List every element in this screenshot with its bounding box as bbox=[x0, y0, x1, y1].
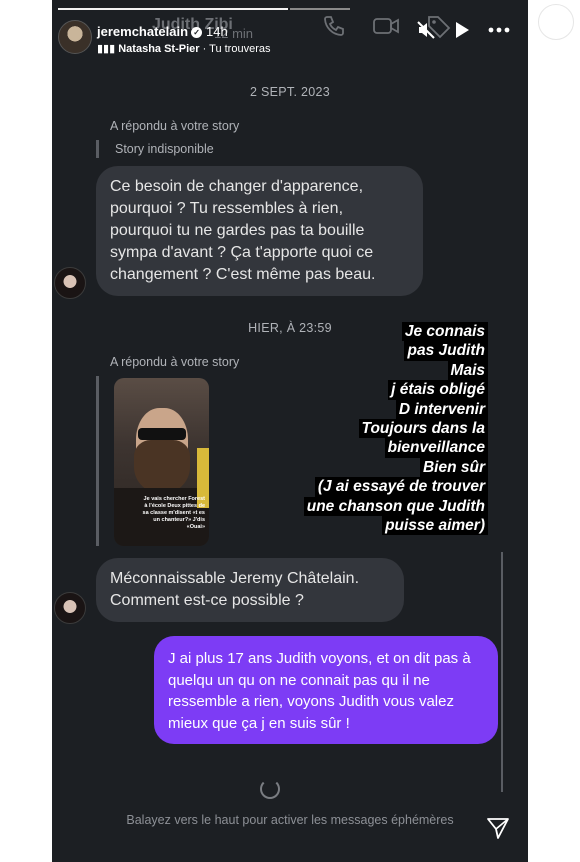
music-song: Tu trouveras bbox=[209, 43, 271, 55]
music-icon: ▮▮▮ bbox=[97, 43, 116, 55]
reply-note: A répondu à votre story bbox=[110, 119, 240, 133]
scrollbar[interactable] bbox=[501, 552, 503, 792]
story-frame: ‹ Judith Zibi 12 min jeremchatelain✓14h … bbox=[52, 0, 528, 862]
play-icon[interactable] bbox=[454, 21, 470, 39]
watermark-logo bbox=[538, 4, 574, 40]
overlay-text-line: Bien sûr bbox=[419, 457, 488, 478]
story-thumbnail[interactable]: Je vais chercher Forest à l'école Deux p… bbox=[114, 378, 209, 546]
overlay-text-line: Mais bbox=[447, 360, 488, 381]
thumbnail-caption: Je vais chercher Forest à l'école Deux p… bbox=[142, 496, 205, 530]
overlay-text-line: pas Judith bbox=[404, 341, 488, 361]
story-progress-bar bbox=[58, 8, 288, 10]
phone-icon[interactable] bbox=[322, 14, 346, 38]
message-bubble-outgoing[interactable]: J ai plus 17 ans Judith voyons, et on di… bbox=[154, 636, 498, 744]
date-separator: 2 SEPT. 2023 bbox=[249, 85, 331, 99]
overlay-text-line: j étais obligé bbox=[388, 380, 488, 400]
music-info[interactable]: ▮▮▮ Natasha St-Pier · Tu trouveras bbox=[97, 42, 270, 55]
story-unavailable: Story indisponible bbox=[96, 140, 214, 158]
reply-note: A répondu à votre story bbox=[110, 355, 240, 369]
more-icon[interactable] bbox=[488, 26, 510, 34]
overlay-text-line: une chanson que Judith bbox=[303, 496, 488, 517]
story-header: ‹ Judith Zibi 12 min jeremchatelain✓14h … bbox=[52, 14, 528, 64]
story-text-overlay: Je connais pas Judith Mais j étais obligé D … bbox=[303, 322, 488, 536]
overlay-text-line: puisse aimer) bbox=[382, 516, 488, 536]
story-progress-remaining bbox=[290, 8, 350, 10]
story-controls bbox=[416, 20, 510, 40]
mute-icon[interactable] bbox=[416, 20, 436, 40]
send-icon[interactable] bbox=[486, 816, 510, 840]
reply-quote-line bbox=[96, 376, 99, 546]
message-bubble-incoming[interactable]: Méconnaissable Jeremy Châtelain. Comment… bbox=[96, 558, 404, 622]
music-artist: Natasha St-Pier bbox=[118, 43, 200, 55]
ephemeral-hint: Balayez vers le haut pour activer les me… bbox=[126, 813, 454, 827]
overlay-text-line: (J ai essayé de trouver bbox=[314, 477, 488, 497]
overlay-text-line: D intervenir bbox=[395, 399, 488, 420]
story-user[interactable]: jeremchatelain ✓ 14h bbox=[97, 24, 228, 39]
overlay-text-line: bienveillance bbox=[384, 438, 488, 458]
avatar[interactable] bbox=[58, 20, 92, 54]
verified-icon: ✓ bbox=[191, 27, 203, 38]
story-time: 14h bbox=[206, 24, 228, 39]
overlay-text-line: Je connais bbox=[401, 322, 488, 342]
avatar[interactable] bbox=[54, 592, 86, 624]
username: jeremchatelain bbox=[97, 24, 189, 39]
message-bubble-incoming[interactable]: Ce besoin de changer d'apparence, pourqu… bbox=[96, 166, 423, 296]
overlay-text-line: Toujours dans la bbox=[358, 419, 488, 439]
video-icon[interactable] bbox=[372, 14, 400, 38]
avatar[interactable] bbox=[54, 267, 86, 299]
loading-spinner-icon bbox=[260, 779, 280, 799]
